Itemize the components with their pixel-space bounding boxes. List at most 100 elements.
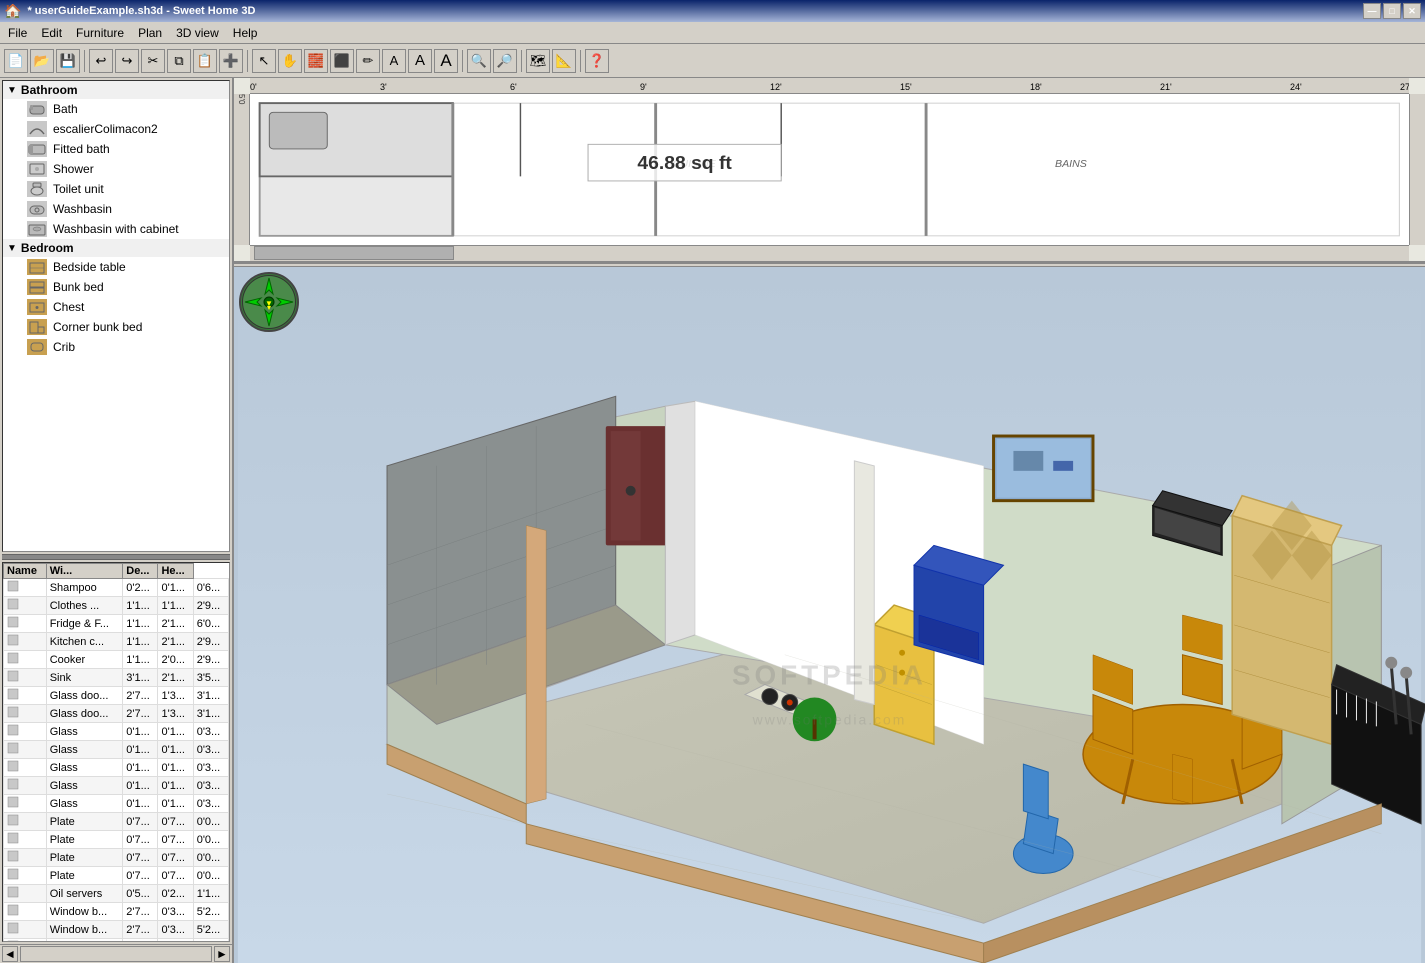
fitted-bath-label: Fitted bath	[53, 142, 110, 156]
item-corner-bunk[interactable]: Corner bunk bed	[3, 317, 229, 337]
row-width: 2'7...	[123, 921, 158, 939]
maximize-button[interactable]: □	[1383, 3, 1401, 19]
menu-edit[interactable]: Edit	[35, 24, 68, 42]
table-row[interactable]: Glass0'1...0'1...0'3...	[4, 723, 229, 741]
table-row[interactable]: Glass doo...2'7...1'3...3'1...	[4, 705, 229, 723]
plan-view-button[interactable]: 🗺	[526, 49, 550, 73]
item-bunk-bed[interactable]: Bunk bed	[3, 277, 229, 297]
item-fitted-bath[interactable]: Fitted bath	[3, 139, 229, 159]
help-button[interactable]: ❓	[585, 49, 609, 73]
col-height[interactable]: He...	[158, 564, 193, 579]
left-panel-divider[interactable]	[2, 554, 230, 560]
floor-plan-scrollbar-v[interactable]	[1409, 94, 1425, 245]
bath-label: Bath	[53, 102, 78, 116]
row-name: Shampoo	[46, 579, 123, 597]
undo-button[interactable]: ↩	[89, 49, 113, 73]
table-row[interactable]: Cooker1'1...2'0...2'9...	[4, 651, 229, 669]
copy-button[interactable]: ⧉	[167, 49, 191, 73]
furniture-tree[interactable]: ▼ Bathroom Bath escalierColimacon2 Fitt	[2, 80, 230, 552]
bath-icon	[27, 101, 47, 117]
text-small-tool[interactable]: A	[382, 49, 406, 73]
text-large-tool[interactable]: A	[434, 49, 458, 73]
perspective-button[interactable]: 📐	[552, 49, 576, 73]
table-row[interactable]: Sink3'1...2'1...3'5...	[4, 669, 229, 687]
ruler-left: 5'0	[234, 94, 250, 245]
scroll-right[interactable]: ►	[214, 946, 230, 962]
new-button[interactable]: 📄	[4, 49, 28, 73]
col-width[interactable]: Wi...	[46, 564, 123, 579]
table-row[interactable]: Fridge & F...1'1...2'1...6'0...	[4, 615, 229, 633]
table-row[interactable]: Window b...2'7...0'3...5'2...	[4, 903, 229, 921]
row-width: 0'1...	[123, 759, 158, 777]
row-name: Window b...	[46, 921, 123, 939]
pan-tool[interactable]: ✋	[278, 49, 302, 73]
item-washbasin-cab[interactable]: Washbasin with cabinet	[3, 219, 229, 239]
table-row[interactable]: Window b...2'7...0'3...5'2...	[4, 939, 229, 943]
table-row[interactable]: Plate0'7...0'7...0'0...	[4, 867, 229, 885]
nav-compass[interactable]: ▼	[239, 272, 299, 332]
zoom-out-button[interactable]: 🔎	[493, 49, 517, 73]
menu-3dview[interactable]: 3D view	[170, 24, 225, 42]
item-washbasin[interactable]: Washbasin	[3, 199, 229, 219]
table-row[interactable]: Glass0'1...0'1...0'3...	[4, 741, 229, 759]
scrollbar-thumb-h[interactable]	[254, 246, 454, 260]
row-depth: 0'7...	[158, 813, 193, 831]
menu-help[interactable]: Help	[227, 24, 264, 42]
row-name: Plate	[46, 813, 123, 831]
table-row[interactable]: Clothes ...1'1...1'1...2'9...	[4, 597, 229, 615]
item-crib[interactable]: Crib	[3, 337, 229, 357]
polyline-tool[interactable]: ✏	[356, 49, 380, 73]
category-bedroom[interactable]: ▼ Bedroom	[3, 239, 229, 257]
row-icon-cell	[4, 633, 47, 651]
category-bathroom[interactable]: ▼ Bathroom	[3, 81, 229, 99]
select-tool[interactable]: ↖	[252, 49, 276, 73]
floor-plan-scrollbar-h[interactable]	[250, 245, 1409, 261]
close-button[interactable]: ✕	[1403, 3, 1421, 19]
text-medium-tool[interactable]: A	[408, 49, 432, 73]
row-name: Glass	[46, 795, 123, 813]
table-row[interactable]: Glass0'1...0'1...0'3...	[4, 777, 229, 795]
minimize-button[interactable]: —	[1363, 3, 1381, 19]
table-row[interactable]: Window b...2'7...0'3...5'2...	[4, 921, 229, 939]
row-depth: 0'7...	[158, 849, 193, 867]
wall-tool[interactable]: 🧱	[304, 49, 328, 73]
row-height: 6'0...	[193, 615, 228, 633]
item-shower[interactable]: Shower	[3, 159, 229, 179]
col-name[interactable]: Name	[4, 564, 47, 579]
item-toilet[interactable]: Toilet unit	[3, 179, 229, 199]
floor-plan-canvas[interactable]: CUISINE BAINS 46.88 sq ft	[250, 94, 1409, 245]
row-icon-cell	[4, 669, 47, 687]
table-row[interactable]: Kitchen c...1'1...2'1...2'9...	[4, 633, 229, 651]
open-button[interactable]: 📂	[30, 49, 54, 73]
menu-plan[interactable]: Plan	[132, 24, 168, 42]
room-tool[interactable]: ⬛	[330, 49, 354, 73]
paste-button[interactable]: 📋	[193, 49, 217, 73]
table-row[interactable]: Plate0'7...0'7...0'0...	[4, 849, 229, 867]
row-depth: 1'3...	[158, 687, 193, 705]
table-row[interactable]: Plate0'7...0'7...0'0...	[4, 831, 229, 849]
table-row[interactable]: Shampoo0'2...0'1...0'6...	[4, 579, 229, 597]
item-bedside-table[interactable]: Bedside table	[3, 257, 229, 277]
bedside-icon	[27, 259, 47, 275]
table-row[interactable]: Glass0'1...0'1...0'3...	[4, 759, 229, 777]
item-chest[interactable]: Chest	[3, 297, 229, 317]
ruler-0: 0'	[250, 82, 257, 92]
scroll-left[interactable]: ◄	[2, 946, 18, 962]
item-escalier[interactable]: escalierColimacon2	[3, 119, 229, 139]
furniture-table[interactable]: Name Wi... De... He... Shampoo0'2...0'1.…	[2, 562, 230, 942]
col-depth[interactable]: De...	[123, 564, 158, 579]
table-row[interactable]: Glass0'1...0'1...0'3...	[4, 795, 229, 813]
save-button[interactable]: 💾	[56, 49, 80, 73]
row-height: 0'3...	[193, 777, 228, 795]
cut-button[interactable]: ✂	[141, 49, 165, 73]
item-bath[interactable]: Bath	[3, 99, 229, 119]
menu-furniture[interactable]: Furniture	[70, 24, 130, 42]
menu-file[interactable]: File	[2, 24, 33, 42]
table-row[interactable]: Glass doo...2'7...1'3...3'1...	[4, 687, 229, 705]
table-row[interactable]: Oil servers0'5...0'2...1'1...	[4, 885, 229, 903]
zoom-in-button[interactable]: 🔍	[467, 49, 491, 73]
redo-button[interactable]: ↪	[115, 49, 139, 73]
table-row[interactable]: Plate0'7...0'7...0'0...	[4, 813, 229, 831]
shower-icon	[27, 161, 47, 177]
add-furniture-button[interactable]: ➕	[219, 49, 243, 73]
